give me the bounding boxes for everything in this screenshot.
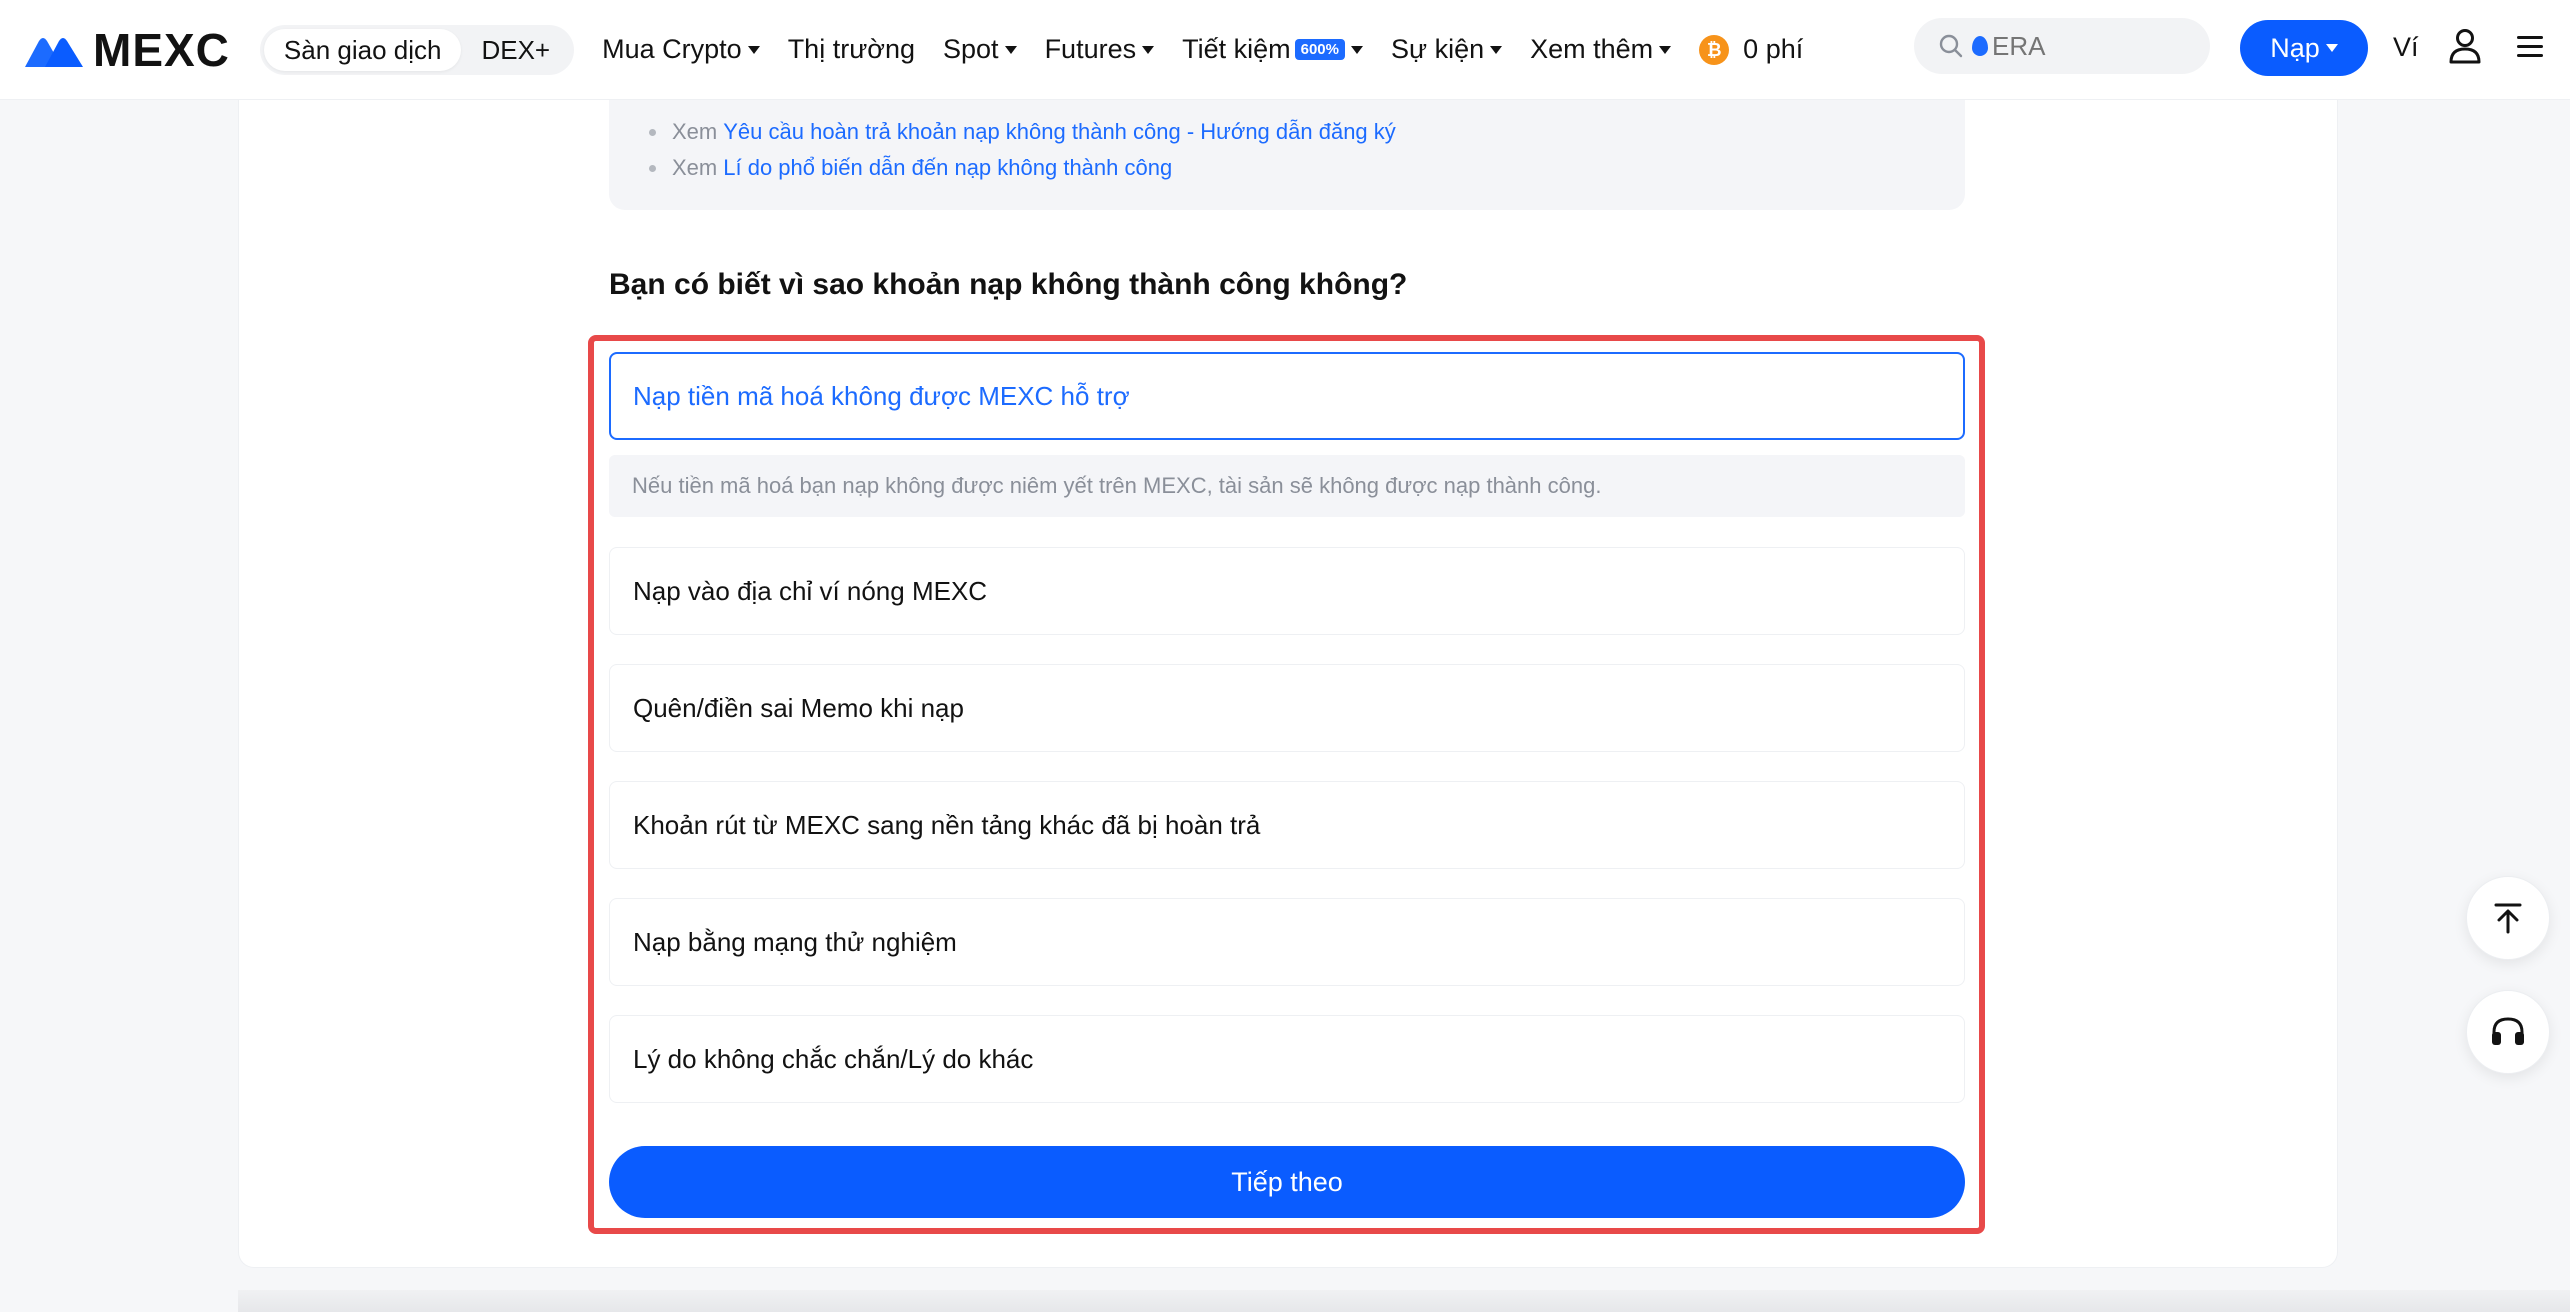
nav-zero-fee[interactable]: ₿ 0 phí <box>1699 34 1803 65</box>
mexc-logo[interactable]: MEXC <box>25 0 230 100</box>
nav-buy-crypto-label: Mua Crypto <box>602 34 742 64</box>
chevron-down-icon <box>1004 45 1017 54</box>
option-withdrawal-returned[interactable]: Khoản rút từ MEXC sang nền tảng khác đã … <box>609 781 1965 869</box>
user-icon[interactable] <box>2448 28 2482 69</box>
savings-badge: 600% <box>1294 39 1345 60</box>
nav-more-label: Xem thêm <box>1530 34 1654 64</box>
mexc-logo-icon <box>25 37 83 67</box>
token-drop-icon <box>1972 36 1988 56</box>
info-prefix: Xem <box>672 119 718 144</box>
refund-guide-link[interactable]: Yêu cầu hoàn trả khoản nạp không thành c… <box>723 114 1396 150</box>
menu-icon[interactable] <box>2515 34 2545 65</box>
chevron-down-icon <box>1351 45 1363 54</box>
option-description: Nếu tiền mã hoá bạn nạp không được niêm … <box>609 455 1965 517</box>
nav-events-label: Sự kiện <box>1391 34 1485 64</box>
chevron-down-icon <box>2325 44 2338 52</box>
nav-more[interactable]: Xem thêm <box>1530 34 1672 65</box>
top-navbar: MEXC Sàn giao dịch DEX+ Mua Crypto Thị t… <box>0 0 2570 100</box>
nav-buy-crypto[interactable]: Mua Crypto <box>602 34 760 65</box>
info-box: Xem Yêu cầu hoàn trả khoản nạp không thà… <box>609 100 1965 210</box>
nav-spot[interactable]: Spot <box>943 34 1017 65</box>
chevron-down-icon <box>1142 45 1155 54</box>
tab-dex-plus[interactable]: DEX+ <box>461 29 570 71</box>
search-icon <box>1939 34 1963 58</box>
info-line: Xem Yêu cầu hoàn trả khoản nạp không thà… <box>649 114 1965 150</box>
support-button[interactable] <box>2466 990 2550 1074</box>
chevron-down-icon <box>1490 45 1503 54</box>
main-nav: Mua Crypto Thị trường Spot Futures Tiết … <box>602 34 1831 65</box>
option-other-reason[interactable]: Lý do không chắc chắn/Lý do khác <box>609 1015 1965 1103</box>
nav-markets-label: Thị trường <box>787 34 916 64</box>
page-bottom-edge <box>238 1290 2570 1312</box>
market-switch: Sàn giao dịch DEX+ <box>259 24 575 75</box>
nav-futures-label: Futures <box>1044 34 1137 64</box>
chevron-down-icon <box>747 45 760 54</box>
nav-markets[interactable]: Thị trường <box>788 34 915 65</box>
option-wrong-memo[interactable]: Quên/điền sai Memo khi nạp <box>609 664 1965 752</box>
deposit-label: Nạp <box>2270 32 2320 63</box>
bullet-dot <box>649 164 656 172</box>
chevron-down-icon <box>1659 45 1672 54</box>
deposit-button[interactable]: Nạp <box>2240 20 2368 76</box>
option-testnet[interactable]: Nạp bằng mạng thử nghiệm <box>609 898 1965 986</box>
bitcoin-icon: ₿ <box>1699 34 1730 65</box>
zero-fee-label: 0 phí <box>1743 34 1804 64</box>
bullet-dot <box>649 128 656 136</box>
brand-name: MEXC <box>93 23 230 76</box>
option-unsupported-crypto[interactable]: Nạp tiền mã hoá không được MEXC hỗ trợ <box>609 352 1965 440</box>
search-input[interactable] <box>1992 30 2192 62</box>
search-box[interactable] <box>1914 18 2210 74</box>
common-reasons-link[interactable]: Lí do phổ biến dẫn đến nạp không thành c… <box>723 150 1172 186</box>
nav-events[interactable]: Sự kiện <box>1391 34 1503 65</box>
info-prefix: Xem <box>672 155 718 180</box>
headset-icon <box>2492 1017 2524 1045</box>
wallet-link[interactable]: Ví <box>2393 32 2419 63</box>
scroll-top-icon <box>2494 903 2522 934</box>
scroll-top-button[interactable] <box>2466 876 2550 960</box>
nav-savings[interactable]: Tiết kiệm 600% <box>1182 34 1363 65</box>
info-line: Xem Lí do phổ biến dẫn đến nạp không thà… <box>649 150 1965 186</box>
nav-spot-label: Spot <box>943 34 999 64</box>
option-hot-wallet-address[interactable]: Nạp vào địa chỉ ví nóng MEXC <box>609 547 1965 635</box>
tab-exchange[interactable]: Sàn giao dịch <box>263 28 462 71</box>
question-heading: Bạn có biết vì sao khoản nạp không thành… <box>609 268 1408 301</box>
next-button[interactable]: Tiếp theo <box>609 1146 1965 1218</box>
nav-savings-label: Tiết kiệm <box>1182 34 1291 64</box>
nav-futures[interactable]: Futures <box>1045 34 1155 65</box>
